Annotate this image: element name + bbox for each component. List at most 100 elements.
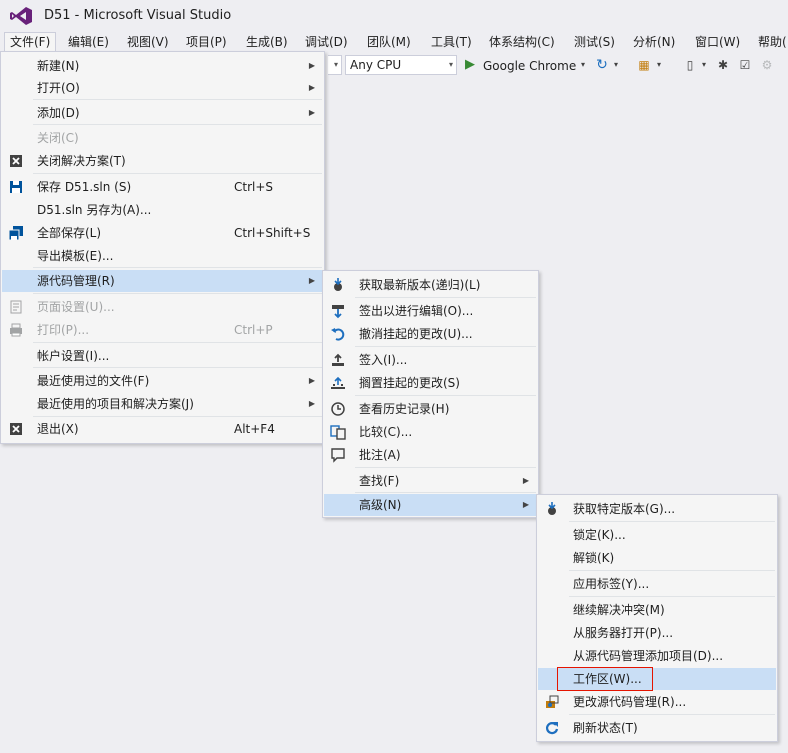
file-menu-item-label: 页面设置(U)... <box>37 300 115 314</box>
menubar-item-9[interactable]: 测试(S) <box>569 32 620 52</box>
source-control-menu-item-label: 撤消挂起的更改(U)... <box>359 327 473 341</box>
file-menu-item-11[interactable]: 打印(P)... Ctrl+P <box>2 319 323 341</box>
file-menu-item-15[interactable]: 退出(X) Alt+F4 <box>2 418 323 440</box>
checkout-icon <box>330 303 346 319</box>
source-control-menu-item-label: 签出以进行编辑(O)... <box>359 304 474 318</box>
file-menu-item-shortcut: Ctrl+Shift+S <box>234 226 311 240</box>
advanced-menu-item-4[interactable]: 继续解决冲突(M) <box>538 599 776 621</box>
shelve-icon <box>330 375 346 391</box>
file-menu-item-label: 最近使用过的文件(F) <box>37 374 150 388</box>
advanced-menu-item-9[interactable]: 刷新状态(T) <box>538 717 776 739</box>
menubar-item-2[interactable]: 视图(V) <box>122 32 174 52</box>
menubar-item-5[interactable]: 调试(D) <box>300 32 353 52</box>
source-control-menu-item-5[interactable]: 查看历史记录(H) <box>324 398 537 420</box>
source-control-menu-item-4[interactable]: 搁置挂起的更改(S) <box>324 372 537 394</box>
advanced-menu-item-1[interactable]: 锁定(K)... <box>538 524 776 546</box>
menu-separator <box>355 297 536 298</box>
menubar-item-4[interactable]: 生成(B) <box>241 32 293 52</box>
advanced-menu-item-label: 从服务器打开(P)... <box>573 626 674 640</box>
refresh-icon <box>544 720 560 736</box>
source-control-menu-item-1[interactable]: 签出以进行编辑(O)... <box>324 300 537 322</box>
file-menu-item-0[interactable]: 新建(N) ▶ <box>2 55 323 77</box>
source-control-menu-item-9[interactable]: 高级(N) ▶ <box>324 494 537 516</box>
source-control-menu-item-label: 获取最新版本(递归)(L) <box>359 278 481 292</box>
submenu-arrow-icon: ▶ <box>308 108 315 117</box>
file-menu-item-label: D51.sln 另存为(A)... <box>37 203 152 217</box>
disabled-tool-icon[interactable]: ⚙ <box>759 57 775 73</box>
file-menu-item-6[interactable]: D51.sln 另存为(A)... <box>2 199 323 221</box>
file-menu-item-4[interactable]: 关闭解决方案(T) <box>2 150 323 172</box>
file-menu-item-label: 新建(N) <box>37 59 80 73</box>
source-control-menu-item-label: 搁置挂起的更改(S) <box>359 376 460 390</box>
menubar-item-0[interactable]: 文件(F) <box>4 32 57 52</box>
advanced-menu-item-0[interactable]: 获取特定版本(G)... <box>538 498 776 520</box>
source-control-menu-item-2[interactable]: 撤消挂起的更改(U)... <box>324 323 537 345</box>
advanced-menu-item-2[interactable]: 解锁(K) <box>538 547 776 569</box>
source-control-menu-item-label: 高级(N) <box>359 498 402 512</box>
history-icon <box>330 401 346 417</box>
submenu-arrow-icon: ▶ <box>522 476 529 485</box>
save-icon <box>8 179 24 195</box>
menu-separator <box>33 416 322 417</box>
get-specific-icon <box>544 501 560 517</box>
file-menu-item-8[interactable]: 导出模板(E)... <box>2 245 323 267</box>
advanced-menu-item-label: 刷新状态(T) <box>573 721 638 735</box>
source-control-menu-item-label: 查看历史记录(H) <box>359 402 450 416</box>
new-item-icon[interactable]: ✱ <box>715 57 731 73</box>
bookmark-icon[interactable]: ▯ <box>682 57 698 73</box>
file-menu-item-10[interactable]: 页面设置(U)... <box>2 296 323 318</box>
menubar-item-3[interactable]: 项目(P) <box>181 32 232 52</box>
file-menu: 新建(N) ▶ 打开(O) ▶ 添加(D) ▶ 关闭(C) 关闭解决方案(T) 保存 D51.s… <box>0 51 325 444</box>
menu-bar: 文件(F) 编辑(E) 视图(V) 项目(P) 生成(B) 调试(D) 团队(M) 工具(T)… <box>0 32 788 52</box>
title-bar: D51 - Microsoft Visual Studio <box>0 0 788 32</box>
menubar-item-10[interactable]: 分析(N) <box>628 32 680 52</box>
advanced-menu-item-3[interactable]: 应用标签(Y)... <box>538 573 776 595</box>
chevron-down-icon[interactable]: ▾ <box>700 57 708 73</box>
file-menu-item-label: 添加(D) <box>37 106 80 120</box>
file-menu-item-14[interactable]: 最近使用的项目和解决方案(J) ▶ <box>2 393 323 415</box>
platform-combo[interactable]: Any CPU ▾ <box>345 55 457 75</box>
browser-launch-button[interactable]: Google Chrome <box>483 59 576 73</box>
source-control-menu-item-3[interactable]: 签入(I)... <box>324 349 537 371</box>
checklist-icon[interactable]: ☑ <box>737 57 753 73</box>
exit-icon <box>8 421 24 437</box>
file-menu-item-7[interactable]: 全部保存(L) Ctrl+Shift+S <box>2 222 323 244</box>
undo-icon <box>330 326 346 342</box>
menubar-item-1[interactable]: 编辑(E) <box>63 32 114 52</box>
config-combo-tail[interactable]: ▾ <box>328 55 342 75</box>
file-menu-item-1[interactable]: 打开(O) ▶ <box>2 77 323 99</box>
file-menu-item-13[interactable]: 最近使用过的文件(F) ▶ <box>2 370 323 392</box>
menubar-item-11[interactable]: 窗口(W) <box>690 32 745 52</box>
file-menu-item-2[interactable]: 添加(D) ▶ <box>2 102 323 124</box>
source-control-menu-item-0[interactable]: 获取最新版本(递归)(L) <box>324 274 537 296</box>
compare-icon <box>330 424 346 440</box>
advanced-menu-item-5[interactable]: 从服务器打开(P)... <box>538 622 776 644</box>
advanced-menu-item-8[interactable]: 更改源代码管理(R)... <box>538 691 776 713</box>
file-menu-item-12[interactable]: 帐户设置(I)... <box>2 345 323 367</box>
file-menu-item-label: 保存 D51.sln (S) <box>37 180 132 194</box>
submenu-arrow-icon: ▶ <box>308 399 315 408</box>
source-control-menu-item-8[interactable]: 查找(F) ▶ <box>324 470 537 492</box>
chevron-down-icon[interactable]: ▾ <box>612 57 620 73</box>
find-in-files-icon[interactable]: ▦ <box>636 57 652 73</box>
source-control-menu-item-7[interactable]: 批注(A) <box>324 444 537 466</box>
refresh-browser-icon[interactable]: ↻ <box>594 57 610 73</box>
submenu-arrow-icon: ▶ <box>522 500 529 509</box>
advanced-menu-item-6[interactable]: 从源代码管理添加项目(D)... <box>538 645 776 667</box>
close-solution-icon <box>8 153 24 169</box>
file-menu-item-3[interactable]: 关闭(C) <box>2 127 323 149</box>
menubar-item-12[interactable]: 帮助( <box>753 32 788 52</box>
file-menu-item-label: 帐户设置(I)... <box>37 349 110 363</box>
file-menu-item-5[interactable]: 保存 D51.sln (S) Ctrl+S <box>2 176 323 198</box>
menubar-item-6[interactable]: 团队(M) <box>362 32 416 52</box>
chevron-down-icon[interactable]: ▾ <box>655 57 663 73</box>
submenu-arrow-icon: ▶ <box>308 376 315 385</box>
start-debugging-icon[interactable]: ▶ <box>462 57 478 73</box>
menubar-item-8[interactable]: 体系结构(C) <box>484 32 560 52</box>
visual-studio-logo-icon <box>10 7 32 25</box>
chevron-down-icon[interactable]: ▾ <box>579 57 587 73</box>
menu-separator <box>33 342 322 343</box>
file-menu-item-9[interactable]: 源代码管理(R) ▶ <box>2 270 323 292</box>
source-control-menu-item-6[interactable]: 比较(C)... <box>324 421 537 443</box>
menubar-item-7[interactable]: 工具(T) <box>426 32 477 52</box>
